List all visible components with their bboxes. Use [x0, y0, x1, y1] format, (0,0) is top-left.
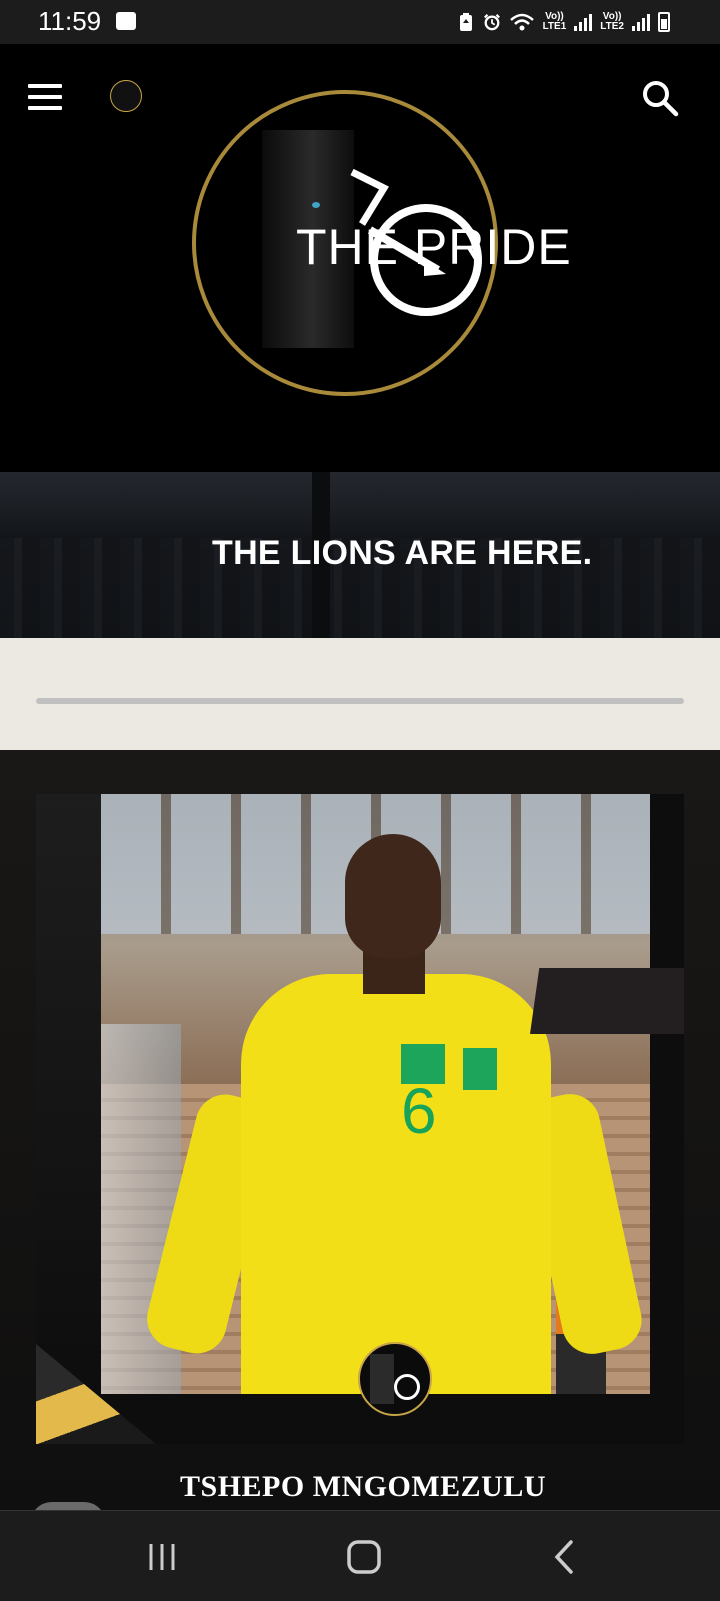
- battery-saver-icon: [459, 13, 472, 31]
- image-icon: [116, 12, 136, 30]
- battery-icon: [658, 12, 670, 32]
- home-icon[interactable]: [334, 1535, 394, 1579]
- system-nav-bar: [0, 1510, 720, 1601]
- lte2-label: Vo)) LTE2: [600, 11, 624, 32]
- back-icon[interactable]: [534, 1535, 594, 1579]
- pride-badge-icon: [358, 1342, 432, 1416]
- hero-banner: THE LIONS ARE HERE.: [0, 472, 720, 638]
- status-bar: 11:59 Vo)) LTE1 Vo)) LTE2: [0, 0, 720, 44]
- progress-section: [0, 638, 720, 750]
- wifi-icon: [509, 13, 534, 31]
- search-icon[interactable]: [640, 78, 680, 118]
- site-header: THE PRIDE: [0, 44, 720, 472]
- card-tag: [530, 968, 684, 1034]
- lion-eye: [312, 202, 320, 208]
- player-jersey: [241, 974, 551, 1394]
- feature-section: 6 TSHEPO MNGOMEZULU: [0, 750, 720, 1524]
- alarm-icon: [483, 14, 500, 31]
- player-card[interactable]: 6: [36, 794, 684, 1444]
- recent-apps-icon[interactable]: [132, 1535, 192, 1579]
- status-icons: Vo)) LTE1 Vo)) LTE2: [457, 8, 670, 36]
- player-photo: 6: [101, 794, 650, 1394]
- card-frame: [36, 794, 101, 1444]
- player-name[interactable]: TSHEPO MNGOMEZULU: [180, 1470, 546, 1504]
- jersey-number: 6: [401, 1075, 437, 1147]
- brand-name: THE PRIDE: [296, 219, 572, 275]
- player-head: [345, 834, 441, 958]
- banner-sky: [0, 472, 720, 532]
- lte1-label: Vo)) LTE1: [542, 11, 567, 32]
- signal-icon: [632, 13, 650, 31]
- banner-title: THE LIONS ARE HERE.: [212, 534, 593, 572]
- jersey-sponsor: [463, 1048, 497, 1090]
- site-logo-small[interactable]: [110, 80, 142, 112]
- progress-bar: [36, 698, 684, 704]
- signal-icon: [574, 13, 593, 31]
- status-time: 11:59: [38, 6, 102, 36]
- hamburger-menu-icon[interactable]: [28, 84, 62, 110]
